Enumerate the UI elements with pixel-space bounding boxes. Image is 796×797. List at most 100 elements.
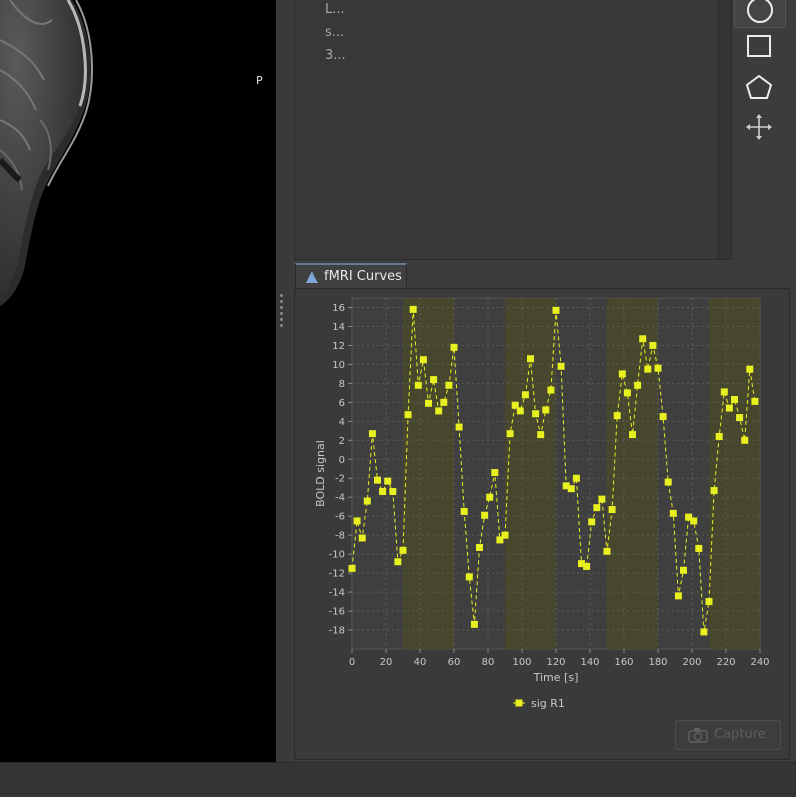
data-point[interactable]	[476, 543, 483, 551]
data-point[interactable]	[491, 469, 499, 477]
data-point[interactable]	[481, 511, 489, 519]
x-tick-label: 240	[750, 657, 769, 668]
data-point[interactable]	[710, 487, 718, 495]
data-point[interactable]	[634, 381, 642, 389]
data-point[interactable]	[608, 506, 616, 514]
data-point[interactable]	[547, 386, 555, 394]
splitter-grip-dot	[280, 306, 283, 309]
data-point[interactable]	[394, 558, 402, 566]
data-point[interactable]	[419, 356, 427, 364]
roi-list-scrollbar[interactable]	[718, 0, 731, 259]
polygon-tool-button[interactable]	[734, 68, 784, 104]
data-point[interactable]	[741, 436, 749, 444]
data-point[interactable]	[623, 389, 631, 397]
capture-button[interactable]: Capture	[675, 720, 781, 750]
data-point[interactable]	[659, 413, 667, 421]
data-point[interactable]	[425, 399, 432, 407]
data-point[interactable]	[654, 364, 662, 372]
data-point[interactable]	[374, 476, 381, 484]
data-point[interactable]	[440, 398, 448, 406]
data-point[interactable]	[532, 410, 540, 418]
data-point[interactable]	[725, 404, 733, 412]
status-separator	[0, 793, 796, 794]
data-point[interactable]	[674, 592, 682, 600]
x-tick-label: 220	[716, 657, 735, 668]
data-point[interactable]	[720, 388, 728, 396]
data-point[interactable]	[639, 335, 647, 343]
data-point[interactable]	[567, 485, 575, 493]
y-tick-label: -4	[335, 493, 345, 504]
data-point[interactable]	[552, 306, 560, 314]
data-point[interactable]	[680, 566, 687, 574]
data-point[interactable]	[465, 573, 473, 581]
data-point[interactable]	[470, 620, 478, 628]
data-point[interactable]	[613, 412, 621, 420]
data-point[interactable]	[700, 628, 708, 636]
data-point[interactable]	[669, 509, 677, 517]
data-point[interactable]	[629, 431, 636, 439]
data-point[interactable]	[430, 376, 438, 384]
move-tool-button[interactable]	[734, 108, 784, 144]
data-point[interactable]	[506, 430, 514, 438]
data-point[interactable]	[435, 407, 443, 415]
roi-list-item[interactable]: 3...	[325, 48, 346, 63]
data-point[interactable]	[557, 362, 565, 370]
data-point[interactable]	[379, 488, 387, 496]
data-point[interactable]	[516, 407, 524, 415]
data-point[interactable]	[598, 495, 606, 503]
x-tick-label: 40	[414, 657, 427, 668]
panel-splitter[interactable]	[276, 0, 290, 762]
data-point[interactable]	[537, 431, 545, 439]
data-point[interactable]	[399, 546, 407, 554]
data-point[interactable]	[593, 504, 601, 512]
data-point[interactable]	[414, 381, 422, 389]
y-tick-label: 8	[339, 379, 345, 390]
roi-list-item[interactable]: L...	[325, 2, 345, 17]
data-point[interactable]	[664, 478, 672, 486]
data-point[interactable]	[603, 547, 611, 555]
y-axis-label: BOLD signal	[314, 440, 327, 507]
data-point[interactable]	[409, 305, 417, 313]
data-point[interactable]	[501, 531, 509, 539]
data-point[interactable]	[389, 488, 397, 496]
data-point[interactable]	[690, 517, 698, 525]
data-point[interactable]	[644, 365, 652, 373]
tab-fmri-curves[interactable]: fMRI Curves	[295, 263, 407, 289]
circle-tool-button[interactable]	[734, 0, 786, 28]
data-point[interactable]	[583, 562, 591, 570]
data-point[interactable]	[486, 493, 494, 501]
data-point[interactable]	[649, 341, 657, 349]
data-point[interactable]	[731, 396, 738, 404]
data-point[interactable]	[746, 365, 754, 373]
data-point[interactable]	[715, 433, 723, 441]
data-point[interactable]	[751, 397, 759, 405]
data-point[interactable]	[588, 518, 596, 526]
data-point[interactable]	[455, 423, 463, 431]
fmri-curves-panel: 0 20 40 60 80 100 120 140 160 180 200 220 240 -18 -16-…	[294, 288, 790, 760]
data-point[interactable]	[404, 411, 412, 419]
data-point[interactable]	[618, 370, 626, 378]
rectangle-tool-button[interactable]	[734, 27, 784, 63]
data-point[interactable]	[353, 517, 361, 525]
data-point[interactable]	[445, 381, 453, 389]
data-point[interactable]	[705, 598, 713, 606]
data-point[interactable]	[572, 474, 580, 482]
data-point[interactable]	[384, 477, 392, 485]
data-point[interactable]	[368, 430, 376, 438]
data-point[interactable]	[363, 497, 371, 505]
fmri-chart[interactable]: 0 20 40 60 80 100 120 140 160 180 200 220 240-18-16-…	[295, 289, 789, 719]
data-point[interactable]	[542, 406, 550, 414]
y-tick-label: -12	[329, 569, 345, 580]
data-point[interactable]	[348, 564, 356, 572]
image-viewer[interactable]: P	[0, 0, 276, 762]
roi-list-item[interactable]: s...	[325, 25, 344, 40]
data-point[interactable]	[358, 534, 366, 542]
data-point[interactable]	[460, 507, 468, 515]
data-point[interactable]	[695, 544, 703, 552]
x-tick-label: 20	[380, 657, 393, 668]
data-point[interactable]	[450, 343, 458, 351]
data-point[interactable]	[736, 414, 744, 422]
data-point[interactable]	[527, 355, 534, 363]
data-point[interactable]	[521, 391, 529, 399]
x-tick-label: 60	[448, 657, 461, 668]
